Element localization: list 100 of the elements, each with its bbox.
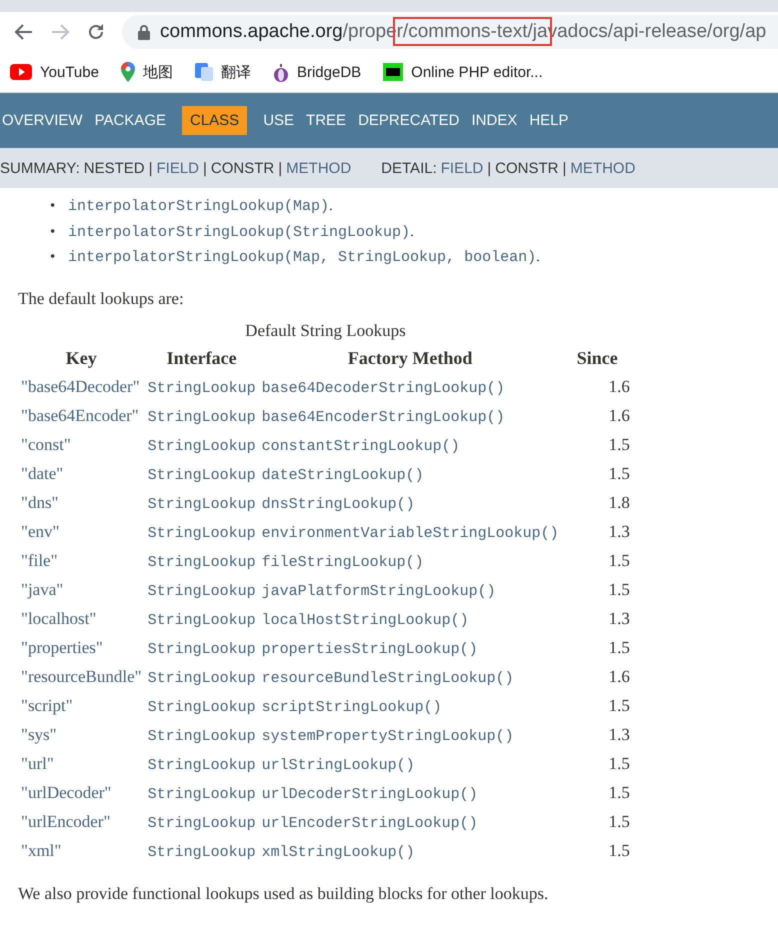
nav-tab[interactable]: TREE [304, 106, 348, 135]
table-cell-text: 1.5 [608, 638, 630, 657]
interface-link[interactable]: StringLookup [148, 670, 256, 687]
table-cell: "url" [21, 754, 54, 773]
paragraph-text: The default lookups are: [18, 288, 185, 308]
interface-link[interactable]: StringLookup [148, 467, 256, 484]
bookmark-link[interactable]: YouTube [40, 64, 99, 80]
interface-link[interactable]: StringLookup [148, 786, 256, 803]
nav-tab[interactable]: USE [261, 106, 296, 135]
table-cell-text: 1.5 [608, 812, 630, 831]
sub-nav-link[interactable]: METHOD [286, 160, 352, 176]
table-cell: "localhost" [21, 609, 96, 628]
nav-tab[interactable]: OVERVIEW [0, 106, 85, 135]
table-cell-text: 1.5 [608, 580, 630, 599]
code-link[interactable]: fileStringLookup() [262, 554, 424, 571]
table-cell: "const" [21, 435, 71, 454]
code-link[interactable]: urlStringLookup() [262, 757, 415, 774]
table-cell-text: 1.6 [608, 406, 630, 425]
table-cell-text: 1.6 [608, 667, 630, 686]
interface-link[interactable]: StringLookup [148, 844, 256, 861]
sub-nav-label: NESTED [84, 160, 145, 176]
table-cell: "date" [21, 464, 64, 483]
interface-link[interactable]: StringLookup [148, 438, 256, 455]
table-cell: "sys" [21, 725, 57, 744]
code-link[interactable]: dnsStringLookup() [262, 496, 415, 513]
bookmark-link[interactable]: 翻译 [220, 62, 251, 82]
translate-icon [194, 63, 213, 81]
bullet-text: • [50, 222, 56, 242]
sub-nav-link[interactable]: FIELD [156, 160, 200, 176]
column-header: Since [576, 347, 619, 370]
table-cell: "env" [21, 522, 60, 541]
nav-tab[interactable]: HELP [527, 106, 570, 135]
nav-tab[interactable]: DEPRECATED [356, 106, 462, 135]
table-cell-text: 1.6 [608, 377, 630, 396]
code-link[interactable]: systemPropertyStringLookup() [262, 728, 514, 745]
column-header: Key [64, 347, 98, 370]
reload-icon [86, 22, 106, 42]
interface-link[interactable]: StringLookup [148, 641, 256, 658]
code-link[interactable]: environmentVariableStringLookup() [262, 525, 559, 542]
interface-link[interactable]: StringLookup [148, 380, 256, 397]
code-link[interactable]: propertiesStringLookup() [262, 641, 478, 658]
table-cell: "java" [21, 580, 64, 599]
code-link[interactable]: base64DecoderStringLookup() [262, 380, 505, 397]
interface-link[interactable]: StringLookup [148, 409, 256, 426]
period-text: . [410, 224, 414, 240]
column-header: Factory Method [346, 347, 474, 370]
arrow-left-icon [14, 22, 34, 42]
code-link[interactable]: xmlStringLookup() [262, 844, 415, 861]
map-pin-icon [120, 62, 135, 82]
interface-link[interactable]: StringLookup [148, 757, 256, 774]
table-cell: "xml" [21, 841, 62, 860]
bookmark-link[interactable]: 地图 [142, 62, 173, 82]
code-link[interactable]: urlEncoderStringLookup() [262, 815, 478, 832]
code-link[interactable]: urlDecoderStringLookup() [262, 786, 478, 803]
code-link[interactable]: localHostStringLookup() [262, 612, 469, 629]
code-link[interactable]: constantStringLookup() [262, 438, 460, 455]
code-link[interactable]: dateStringLookup() [262, 467, 424, 484]
bookmark-link[interactable]: BridgeDB [296, 64, 362, 80]
interface-link[interactable]: StringLookup [148, 496, 256, 513]
separator-text: | [148, 160, 152, 176]
period-text: . [536, 249, 540, 265]
arrow-right-icon [50, 22, 70, 42]
table-cell-text: 1.5 [608, 783, 630, 802]
bookmark-link[interactable]: Online PHP editor... [411, 64, 543, 80]
separator-text: | [278, 160, 282, 176]
table-cell: "dns" [21, 493, 58, 512]
sub-nav-link[interactable]: METHOD [570, 160, 636, 176]
lock-icon [138, 24, 150, 40]
interface-link[interactable]: StringLookup [148, 554, 256, 571]
table-cell: "properties" [21, 638, 103, 657]
sub-nav-label: CONSTR [495, 160, 559, 176]
code-link[interactable]: interpolatorStringLookup(Map) [68, 198, 330, 215]
nav-tab[interactable]: PACKAGE [92, 106, 168, 135]
sub-nav-link[interactable]: FIELD [440, 160, 484, 176]
code-link[interactable]: resourceBundleStringLookup() [262, 670, 514, 687]
table-cell: "urlEncoder" [21, 812, 110, 831]
interface-link[interactable]: StringLookup [148, 728, 256, 745]
bullet-text: • [50, 248, 56, 267]
table-cell: "script" [21, 696, 73, 715]
nav-tab[interactable]: CLASS [182, 106, 248, 135]
code-link[interactable]: interpolatorStringLookup(StringLookup) [68, 224, 410, 240]
separator-text: | [487, 160, 492, 176]
interface-link[interactable]: StringLookup [148, 612, 256, 629]
onion-icon [272, 62, 289, 82]
code-link[interactable]: scriptStringLookup() [262, 699, 442, 716]
table-cell-text: 1.3 [608, 609, 630, 628]
interface-link[interactable]: StringLookup [148, 583, 256, 600]
table-cell: "resourceBundle" [21, 667, 142, 686]
code-link[interactable]: javaPlatformStringLookup() [262, 583, 496, 600]
bullet-text: • [50, 197, 56, 216]
interface-link[interactable]: StringLookup [148, 815, 256, 832]
nav-tab[interactable]: INDEX [469, 106, 520, 135]
sub-nav-label: CONSTR [210, 160, 274, 176]
table-cell-text: 1.3 [608, 522, 630, 541]
video-play-icon [10, 64, 32, 80]
code-link[interactable]: base64EncoderStringLookup() [262, 409, 505, 426]
table-cell-text: 1.5 [608, 754, 630, 773]
interface-link[interactable]: StringLookup [148, 525, 256, 542]
code-link[interactable]: interpolatorStringLookup(Map, StringLookup, boolean) [68, 249, 536, 266]
interface-link[interactable]: StringLookup [148, 699, 256, 716]
